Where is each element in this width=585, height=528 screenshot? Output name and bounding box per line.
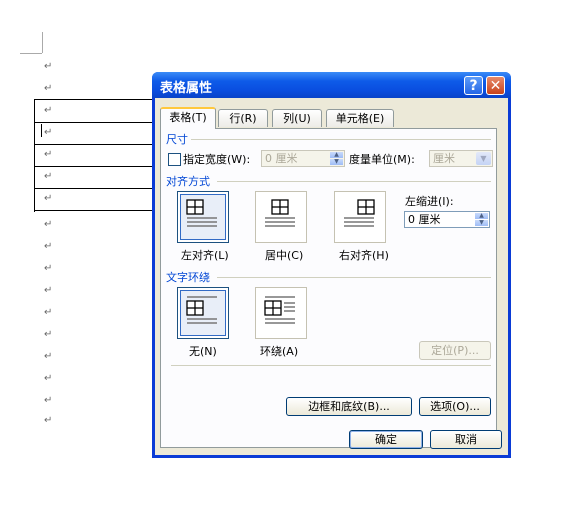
paragraph-mark: ↵ [44,307,53,318]
spin-down-icon[interactable]: ▼ [475,220,488,226]
table-row[interactable]: ↵ [35,100,155,123]
indent-left-value: 0 厘米 [408,213,441,226]
tab-table[interactable]: 表格(T) [160,107,216,129]
paragraph-mark: ↵ [44,395,53,406]
wrap-none-label: 无(N) [189,345,217,358]
align-center-label: 居中(C) [265,249,304,262]
preferred-width-value: 0 厘米 [265,152,298,165]
document-table[interactable]: ↵ ↵ ↵ ↵ ↵ [34,99,155,212]
paragraph-mark: ↵ [44,415,53,426]
dialog-title-bar[interactable]: 表格属性 ? ✕ [152,72,511,98]
paragraph-mark: ↵ [44,219,53,230]
text-cursor [41,124,42,137]
wrap-around-label: 环绕(A) [260,345,299,358]
cell-mark: ↵ [44,149,53,160]
measure-in-select[interactable]: 厘米 ▼ [429,150,493,167]
close-button[interactable]: ✕ [486,76,505,95]
chevron-down-icon[interactable]: ▼ [476,152,491,165]
indent-left-label: 左缩进(I): [405,195,454,208]
table-row[interactable]: ↵ [35,144,155,167]
paragraph-mark: ↵ [44,285,53,296]
alignment-heading: 对齐方式 [166,175,210,188]
tab-column[interactable]: 列(U) [272,109,322,127]
positioning-button[interactable]: 定位(P)... [419,341,491,360]
preferred-width-label: 指定宽度(W): [183,153,251,166]
table-row[interactable]: ↵ [35,188,155,211]
paragraph-mark: ↵ [44,263,53,274]
paragraph-mark: ↵ [44,61,53,72]
help-button[interactable]: ? [464,76,483,95]
paragraph-mark: ↵ [44,373,53,384]
cell-mark: ↵ [44,171,53,182]
align-left-icon [186,199,217,227]
wrapping-heading: 文字环绕 [166,271,210,284]
tab-cell[interactable]: 单元格(E) [326,109,394,127]
table-row[interactable]: ↵ [35,166,155,189]
paragraph-mark: ↵ [44,83,53,94]
wrap-none-option[interactable] [177,287,229,339]
dialog-title: 表格属性 [160,81,213,96]
preferred-width-checkbox[interactable] [168,153,181,166]
align-right-option[interactable] [334,191,386,243]
wrap-around-option[interactable] [255,287,307,339]
align-right-icon [344,199,375,227]
align-left-label: 左对齐(L) [181,249,229,262]
paragraph-mark: ↵ [44,351,53,362]
options-button[interactable]: 选项(O)... [419,397,491,416]
align-center-option[interactable] [255,191,307,243]
page-corner-mark [20,53,42,54]
table-properties-dialog: 表格属性 ? ✕ 表格(T) 行(R) 列(U) 单元格(E) 尺寸 指定宽度(… [152,72,511,458]
size-heading: 尺寸 [166,133,188,146]
borders-shading-button[interactable]: 边框和底纹(B)... [286,397,412,416]
divider [171,365,491,366]
align-center-icon [265,199,295,227]
divider [191,139,491,140]
measure-in-value: 厘米 [433,152,455,165]
measure-in-label: 度量单位(M): [349,153,415,166]
ok-button[interactable]: 确定 [349,430,423,449]
wrap-none-icon [186,296,217,324]
divider [217,181,491,182]
tab-panel-table: 尺寸 指定宽度(W): 0 厘米 ▲ ▼ 度量单位(M): 厘米 ▼ 对齐方式 [160,128,497,448]
preferred-width-field[interactable]: 0 厘米 ▲ ▼ [261,150,345,167]
divider [217,277,491,278]
wrap-around-icon [264,296,295,324]
cell-mark: ↵ [44,193,53,204]
tab-row[interactable]: 行(R) [218,109,268,127]
paragraph-mark: ↵ [44,329,53,340]
dialog-body: 表格(T) 行(R) 列(U) 单元格(E) 尺寸 指定宽度(W): 0 厘米 … [155,98,508,455]
indent-left-field[interactable]: 0 厘米 ▲ ▼ [404,211,490,228]
cancel-button[interactable]: 取消 [430,430,502,449]
cell-mark: ↵ [44,105,53,116]
paragraph-mark: ↵ [44,241,53,252]
spinner[interactable]: ▲ ▼ [330,152,343,165]
spinner[interactable]: ▲ ▼ [475,213,488,226]
align-right-label: 右对齐(H) [339,249,389,262]
cell-mark: ↵ [44,127,53,138]
page-corner-mark [42,32,43,53]
table-row[interactable]: ↵ [35,122,155,145]
align-left-option[interactable] [177,191,229,243]
spin-down-icon[interactable]: ▼ [330,159,343,165]
